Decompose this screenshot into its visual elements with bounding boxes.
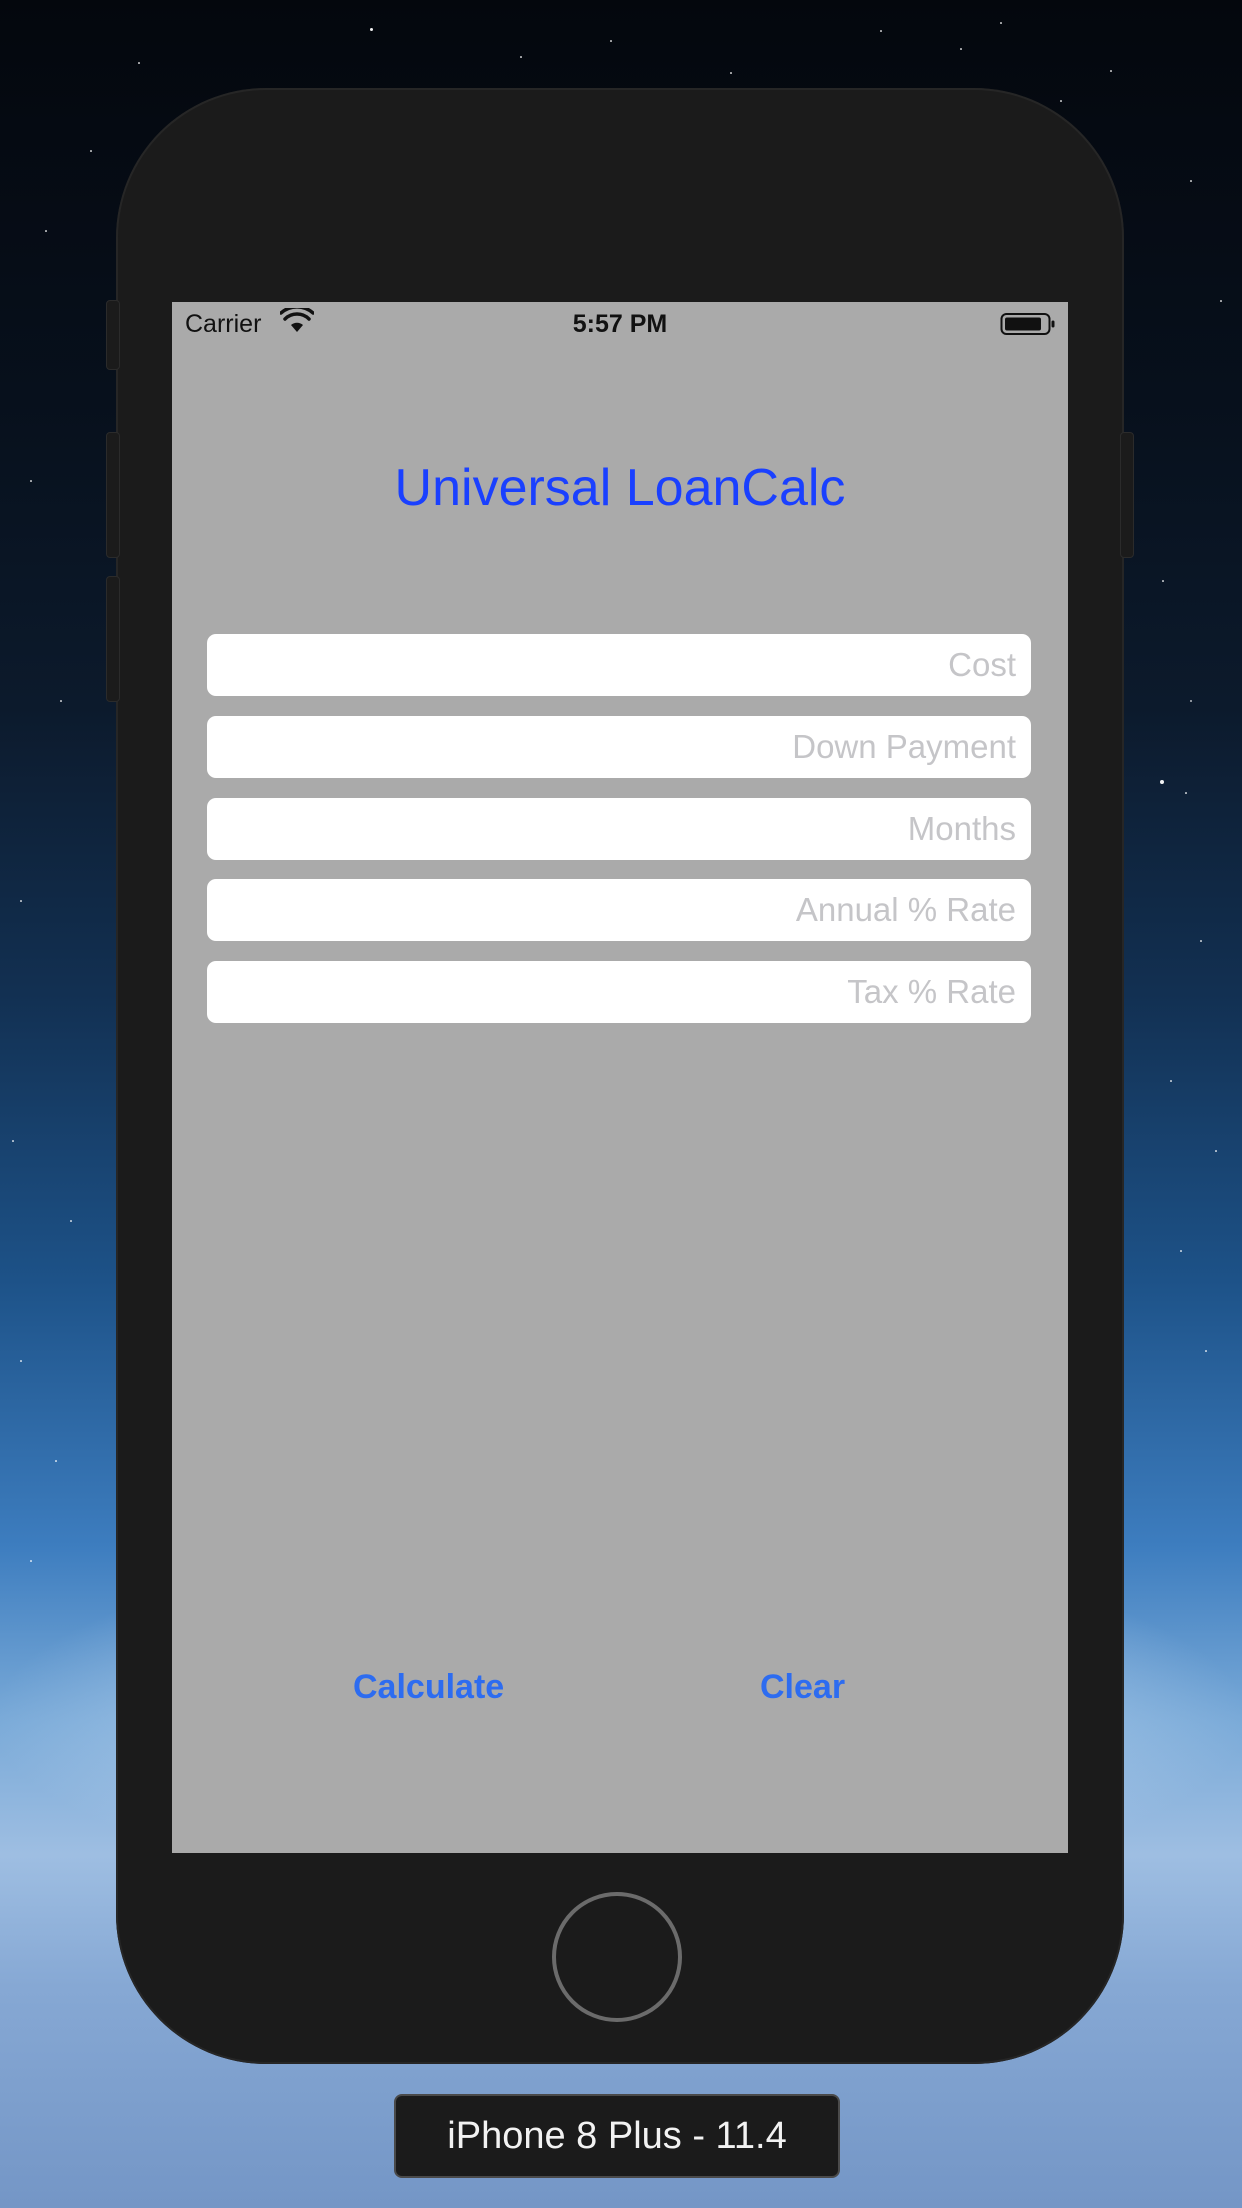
star <box>1180 1250 1182 1252</box>
star <box>1000 22 1002 24</box>
device-name-label: iPhone 8 Plus - 11.4 <box>394 2094 840 2178</box>
star <box>730 72 732 74</box>
star <box>30 1560 32 1562</box>
star <box>60 700 62 702</box>
star <box>1215 1150 1217 1152</box>
star <box>1162 580 1164 582</box>
calculate-button[interactable]: Calculate <box>353 1662 504 1712</box>
star <box>30 480 32 482</box>
power-button[interactable] <box>1120 432 1134 558</box>
star <box>1205 1350 1207 1352</box>
star <box>90 150 92 152</box>
star <box>12 1140 14 1142</box>
desktop-background: Carrier 5:57 PM Universal LoanCalc Calcu… <box>0 0 1242 2208</box>
annual-rate-field[interactable] <box>207 879 1031 941</box>
star <box>55 1460 57 1462</box>
star <box>1220 300 1222 302</box>
star <box>70 1220 72 1222</box>
star <box>1160 780 1164 784</box>
tax-rate-field[interactable] <box>207 961 1031 1023</box>
volume-down-button[interactable] <box>106 576 120 702</box>
star <box>520 56 522 58</box>
star <box>960 48 962 50</box>
star <box>138 62 140 64</box>
down-payment-field[interactable] <box>207 716 1031 778</box>
star <box>880 30 882 32</box>
device-screen: Carrier 5:57 PM Universal LoanCalc Calcu… <box>172 302 1068 1853</box>
star <box>1060 100 1062 102</box>
cost-field[interactable] <box>207 634 1031 696</box>
mute-switch[interactable] <box>106 300 120 370</box>
volume-up-button[interactable] <box>106 432 120 558</box>
star <box>1200 940 1202 942</box>
star <box>1170 1080 1172 1082</box>
star <box>20 1360 22 1362</box>
star <box>1110 70 1112 72</box>
star <box>20 900 22 902</box>
star <box>610 40 612 42</box>
star <box>1185 792 1187 794</box>
status-time: 5:57 PM <box>572 310 668 338</box>
app-title: Universal LoanCalc <box>394 459 846 517</box>
star <box>1190 700 1192 702</box>
star <box>45 230 47 232</box>
battery-icon <box>1000 313 1055 335</box>
status-bar: Carrier 5:57 PM <box>172 302 1068 346</box>
star <box>1190 180 1192 182</box>
months-field[interactable] <box>207 798 1031 860</box>
clear-button[interactable]: Clear <box>760 1662 845 1712</box>
star <box>370 28 373 31</box>
home-button[interactable] <box>552 1892 682 2022</box>
